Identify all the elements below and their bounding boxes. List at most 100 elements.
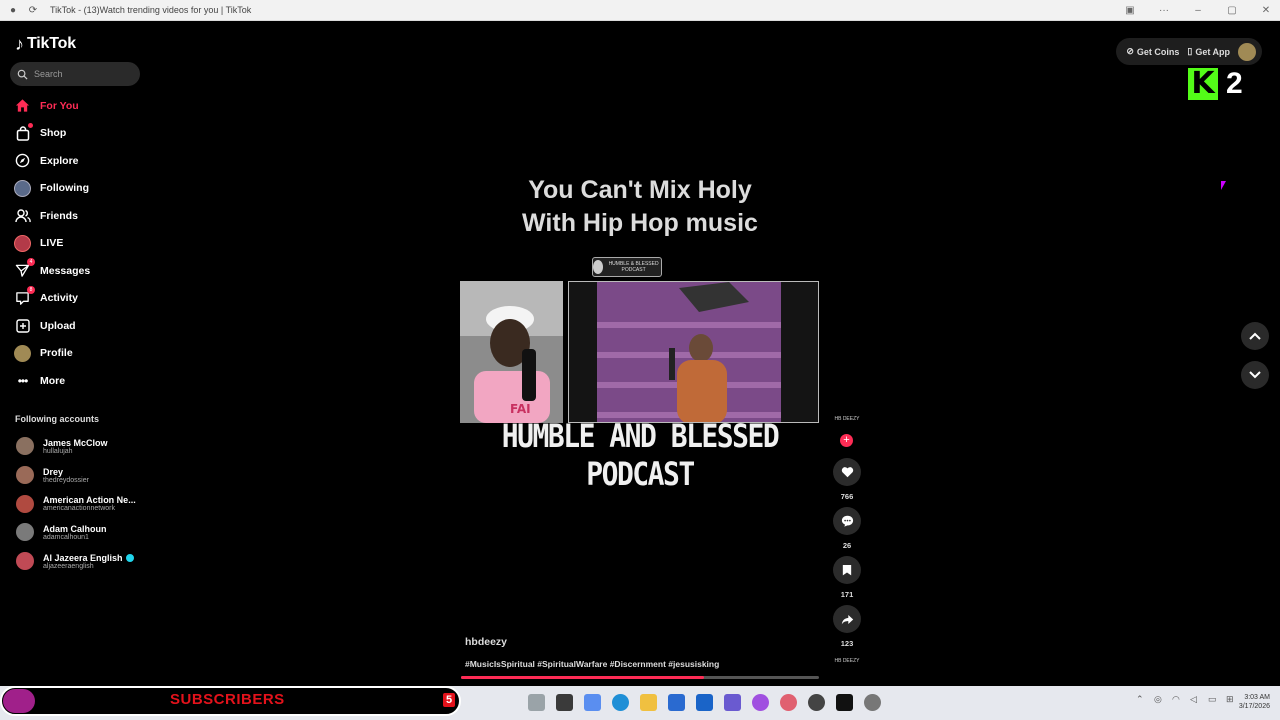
bookmark-icon <box>842 565 852 576</box>
like-button[interactable] <box>833 458 861 486</box>
sidebar-item-explore[interactable]: Explore <box>0 147 150 175</box>
chevron-up-icon[interactable]: ⌃ <box>1136 694 1146 704</box>
tab-title: TikTok - (13)Watch trending videos for y… <box>50 5 252 15</box>
plus-square-icon <box>14 317 31 334</box>
minimize-icon[interactable]: – <box>1192 5 1204 16</box>
video-author[interactable]: hbdeezy <box>465 636 507 648</box>
home-icon <box>14 97 31 114</box>
close-icon[interactable]: ✕ <box>1260 5 1272 16</box>
sidebar-item-shop[interactable]: Shop <box>0 120 150 148</box>
edge-icon[interactable] <box>612 694 629 711</box>
system-clock[interactable]: 3:03 AM 3/17/2026 <box>1239 693 1270 711</box>
settings-icon[interactable] <box>864 694 881 711</box>
sidebar-item-more[interactable]: ••• More <box>0 367 150 395</box>
copilot-icon[interactable] <box>584 694 601 711</box>
system-tray: ⌃ ◎ ◠ ◁ ▭ ⊞ <box>1136 694 1236 704</box>
browser-logo-icon: ● <box>9 4 17 16</box>
activity-badge: 8 <box>27 285 35 294</box>
previous-video-button[interactable] <box>1241 322 1269 350</box>
video-frame-speaker <box>568 281 819 423</box>
kick-overlay: K 2 <box>1188 67 1243 101</box>
friends-icon <box>14 207 31 224</box>
maximize-icon[interactable]: ▢ <box>1226 5 1238 16</box>
sidebar-item-activity[interactable]: 8 Activity <box>0 285 150 313</box>
video-title-text: You Can't Mix Holy With Hip Hop music <box>522 176 758 237</box>
creator-avatar[interactable]: HB DEEZY <box>834 416 860 436</box>
save-count: 171 <box>840 590 854 599</box>
send-icon: 4 <box>14 258 35 279</box>
save-button[interactable] <box>833 556 861 584</box>
sidebar-item-for-you[interactable]: For You <box>0 92 150 120</box>
next-video-button[interactable] <box>1241 361 1269 389</box>
video-player[interactable]: You Can't Mix Holy With Hip Hop music HU… <box>459 150 821 680</box>
share-button[interactable] <box>833 605 861 633</box>
app-icon[interactable] <box>556 694 573 711</box>
live-avatar <box>14 234 31 252</box>
following-accounts-list: James McClow hullalujah Drey thedreydossie… <box>16 432 156 575</box>
ellipsis-icon: ••• <box>17 373 29 388</box>
messages-badge: 4 <box>27 258 35 267</box>
sound-disc[interactable]: HB DEEZY <box>834 658 860 678</box>
coin-icon: ⊘ <box>1126 46 1134 56</box>
following-account-item[interactable]: James McClow hullalujah <box>16 432 156 461</box>
game-icon[interactable] <box>808 694 825 711</box>
sidebar-item-following[interactable]: Following <box>0 175 150 203</box>
get-app-button[interactable]: ▯ Get App <box>1187 46 1230 57</box>
user-avatar[interactable] <box>1238 42 1256 61</box>
follow-plus-button[interactable]: + <box>840 434 853 447</box>
video-progress-bar[interactable] <box>461 676 819 679</box>
following-account-item[interactable]: Drey thedreydossier <box>16 461 156 490</box>
account-avatar <box>16 494 34 513</box>
video-hashtags[interactable]: #MusicIsSpiritual #SpiritualWarfare #Dis… <box>465 659 719 669</box>
get-coins-button[interactable]: ⊘ Get Coins <box>1126 46 1179 57</box>
file-icon[interactable] <box>528 694 545 711</box>
sidebar-item-upload[interactable]: Upload <box>0 312 150 340</box>
comment-icon <box>841 515 853 527</box>
microphone-icon <box>593 260 604 274</box>
sidebar-item-profile[interactable]: Profile <box>0 340 150 368</box>
taskbar-apps <box>528 694 881 711</box>
outlook-icon[interactable] <box>696 694 713 711</box>
language-icon[interactable]: ⊞ <box>1226 694 1236 704</box>
account-avatar <box>16 437 34 456</box>
reload-icon[interactable]: ⟳ <box>26 3 40 17</box>
store-icon[interactable] <box>668 694 685 711</box>
channel-avatar <box>3 689 35 713</box>
security-icon[interactable]: ◎ <box>1154 694 1164 704</box>
kick-logo: K <box>1188 68 1218 100</box>
sidebar-item-messages[interactable]: 4 Messages <box>0 257 150 285</box>
chevron-up-icon <box>1249 332 1261 340</box>
sidebar-item-friends[interactable]: Friends <box>0 202 150 230</box>
account-avatar <box>16 523 34 542</box>
video-frame-host: FAI <box>460 281 563 423</box>
following-accounts-title: Following accounts <box>15 414 100 424</box>
folder-icon[interactable] <box>640 694 657 711</box>
tiktok-taskbar-icon[interactable] <box>836 694 853 711</box>
search-icon <box>17 69 28 80</box>
compass-icon <box>14 152 31 169</box>
record-icon[interactable] <box>780 694 797 711</box>
comment-button[interactable] <box>833 507 861 535</box>
sidebar-nav: For You Shop Explore Following Friends L… <box>0 92 150 395</box>
top-right-actions: ⊘ Get Coins ▯ Get App <box>1116 38 1262 65</box>
podcast-logo: HUMBLE & BLESSED PODCAST <box>592 257 662 277</box>
heart-icon <box>841 467 853 478</box>
search-input[interactable] <box>34 69 134 79</box>
volume-icon[interactable]: ◁ <box>1190 694 1200 704</box>
following-account-item[interactable]: Adam Calhoun adamcalhoun1 <box>16 518 156 547</box>
podcast-banner-text: HUMBLE AND BLESSED PODCAST <box>501 417 780 493</box>
more-menu-icon[interactable]: ··· <box>1158 5 1170 16</box>
search-box[interactable] <box>10 62 140 86</box>
reader-mode-icon[interactable]: ▣ <box>1124 5 1136 16</box>
following-account-item[interactable]: American Action Ne... americanactionnetwo… <box>16 489 156 518</box>
messenger-icon[interactable] <box>752 694 769 711</box>
sidebar-item-live[interactable]: LIVE <box>0 230 150 258</box>
following-account-item[interactable]: Al Jazeera English aljazeeraenglish <box>16 547 156 576</box>
svg-text:FAI: FAI <box>510 402 531 416</box>
wifi-icon[interactable]: ◠ <box>1172 694 1182 704</box>
battery-icon[interactable]: ▭ <box>1208 694 1218 704</box>
teams-icon[interactable] <box>724 694 741 711</box>
following-avatar <box>14 179 31 197</box>
tiktok-logo[interactable]: ♪ TikTok <box>15 35 76 53</box>
inbox-icon: 8 <box>14 285 35 307</box>
